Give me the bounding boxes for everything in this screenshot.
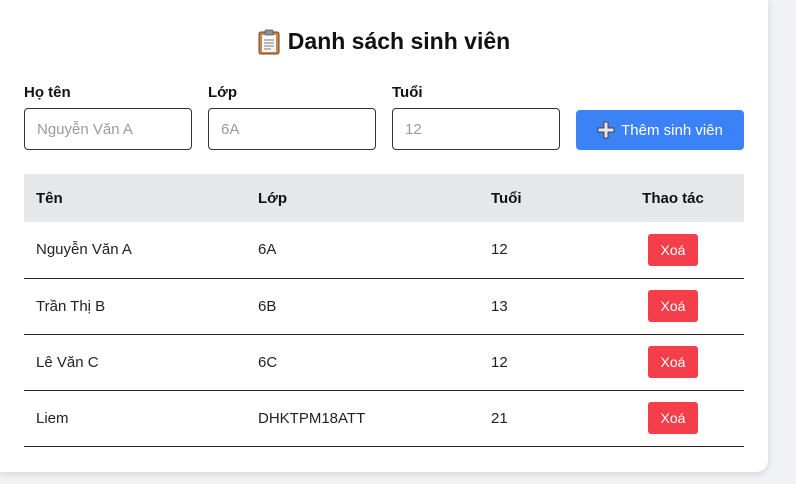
header-class: Lớp: [258, 189, 287, 207]
cell-actions: Xoá: [602, 334, 744, 390]
cell-name: Nguyễn Văn A: [36, 241, 132, 259]
cell-class: DHKTPM18ATT: [258, 409, 366, 427]
student-table: Tên Lớp Tuổi Thao tác Nguyễn Văn A 6A 12…: [24, 174, 744, 447]
delete-button[interactable]: Xoá: [648, 233, 698, 266]
name-field-group: Họ tên: [24, 84, 192, 150]
cell-name: Lê Văn C: [36, 353, 99, 371]
table-row: Lê Văn C 6C 12 Xoá: [24, 334, 744, 390]
page-title: Danh sách sinh viên: [0, 28, 768, 55]
cell-name: Trần Thị B: [36, 297, 106, 315]
cell-class: 6C: [258, 353, 278, 371]
age-field-group: Tuổi: [392, 84, 560, 150]
cell-age: 12: [491, 353, 508, 371]
name-input[interactable]: [24, 108, 192, 150]
delete-button[interactable]: Xoá: [648, 290, 698, 322]
student-card: Danh sách sinh viên Họ tên Lớp Tuổi Thêm…: [0, 0, 768, 472]
table-row: Trần Thị B 6B 13 Xoá: [24, 278, 744, 334]
age-input[interactable]: [392, 108, 560, 150]
cell-class: 6B: [258, 297, 277, 315]
class-field-group: Lớp: [208, 84, 376, 150]
cell-actions: Xoá: [602, 222, 744, 278]
add-student-button[interactable]: Thêm sinh viên: [576, 110, 744, 150]
class-input[interactable]: [208, 108, 376, 150]
name-label: Họ tên: [24, 84, 71, 101]
plus-icon: [597, 121, 615, 139]
class-label: Lớp: [208, 84, 237, 101]
table-row: Nguyễn Văn A 6A 12 Xoá: [24, 222, 744, 278]
add-student-label: Thêm sinh viên: [621, 121, 723, 139]
header-actions: Thao tác: [642, 189, 704, 207]
delete-button[interactable]: Xoá: [648, 402, 698, 434]
header-name: Tên: [36, 189, 63, 207]
delete-button[interactable]: Xoá: [648, 346, 698, 378]
cell-age: 13: [491, 297, 508, 315]
table-row: Liem DHKTPM18ATT 21 Xoá: [24, 390, 744, 446]
clipboard-icon: [258, 29, 280, 55]
cell-actions: Xoá: [602, 278, 744, 334]
header-age: Tuổi: [491, 189, 522, 207]
cell-actions: Xoá: [602, 390, 744, 446]
cell-age: 12: [491, 241, 508, 259]
cell-name: Liem: [36, 409, 69, 427]
page-title-text: Danh sách sinh viên: [287, 28, 511, 54]
cell-age: 21: [491, 409, 508, 427]
age-label: Tuổi: [392, 84, 423, 101]
cell-class: 6A: [258, 241, 277, 259]
table-header-row: Tên Lớp Tuổi Thao tác: [24, 174, 744, 222]
